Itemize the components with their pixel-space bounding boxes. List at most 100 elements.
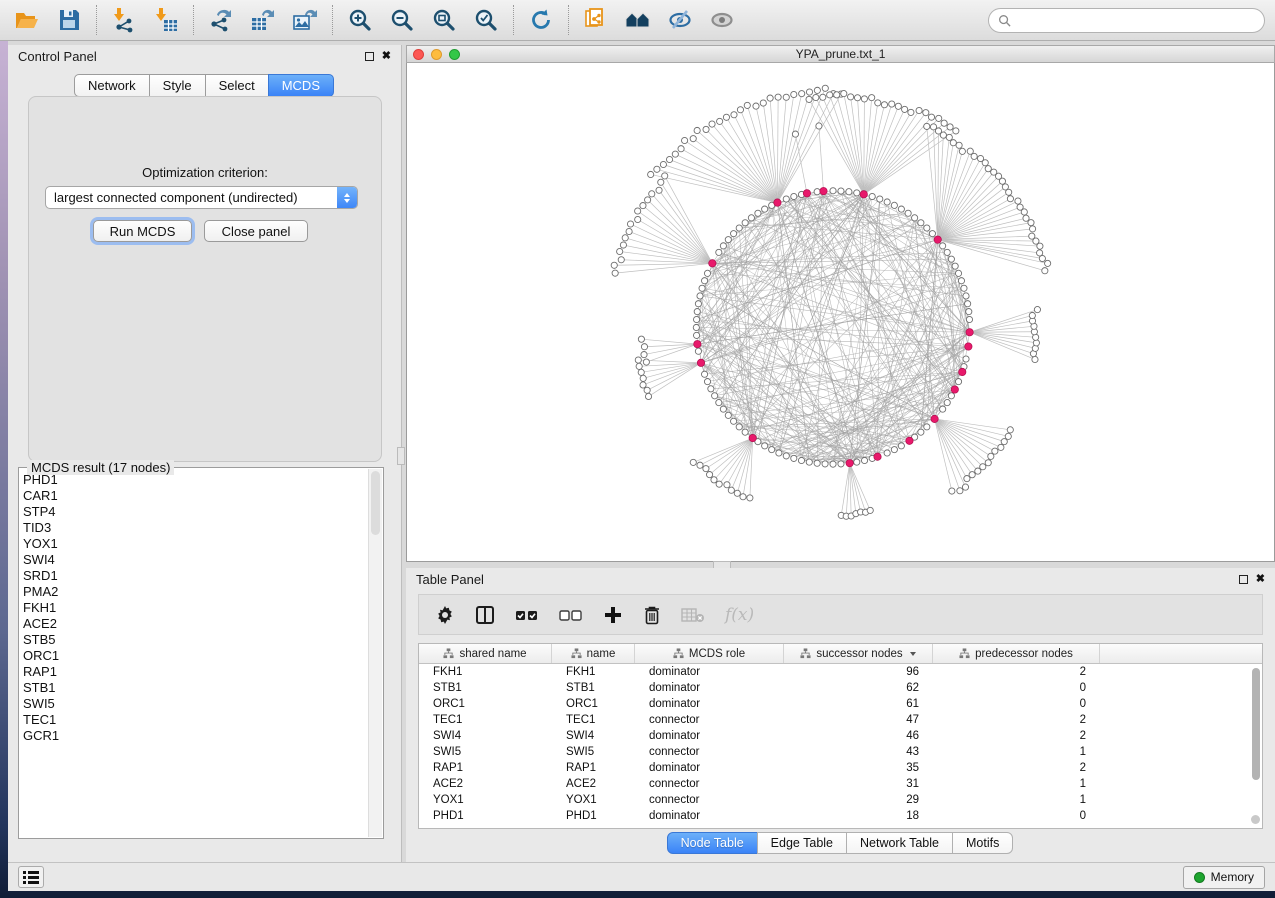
delete-table-icon[interactable] [681, 607, 705, 623]
search-input[interactable] [1017, 13, 1255, 27]
column-header-predecessor-nodes[interactable]: predecessor nodes [933, 644, 1100, 663]
table-row[interactable]: ACE2ACE2connector311 [419, 776, 1262, 792]
node-table: shared namenameMCDS rolesuccessor nodesp… [418, 643, 1263, 829]
table-cell: 61 [784, 696, 933, 712]
function-builder-icon[interactable]: f(x) [725, 605, 754, 625]
table-cell: SWI5 [552, 744, 635, 760]
refresh-icon[interactable] [526, 5, 556, 35]
result-node-item[interactable]: STB1 [23, 680, 367, 696]
table-row[interactable]: ORC1ORC1dominator610 [419, 696, 1262, 712]
table-row[interactable]: RAP1RAP1dominator352 [419, 760, 1262, 776]
export-network-icon[interactable] [206, 5, 236, 35]
tab-style[interactable]: Style [149, 74, 206, 97]
eye-icon[interactable] [707, 5, 737, 35]
network-titlebar[interactable]: YPA_prune.txt_1 [406, 45, 1275, 63]
open-session-icon[interactable] [12, 5, 42, 35]
show-columns-icon[interactable] [475, 605, 495, 625]
column-header-successor-nodes[interactable]: successor nodes [784, 644, 933, 663]
memory-button[interactable]: Memory [1183, 866, 1265, 889]
column-header-name[interactable]: name [552, 644, 635, 663]
table-row[interactable]: FKH1FKH1dominator962 [419, 664, 1262, 680]
result-node-item[interactable]: TEC1 [23, 712, 367, 728]
select-all-icon[interactable] [515, 608, 539, 622]
export-table-icon[interactable] [248, 5, 278, 35]
result-node-item[interactable]: STP4 [23, 504, 367, 520]
tab-network-table[interactable]: Network Table [846, 832, 953, 854]
splitter-handle[interactable] [397, 447, 405, 465]
add-column-icon[interactable] [603, 605, 623, 625]
table-cell: 1 [933, 792, 1100, 808]
eye-slash-icon[interactable] [665, 5, 695, 35]
result-node-item[interactable]: SWI4 [23, 552, 367, 568]
result-node-item[interactable]: PMA2 [23, 584, 367, 600]
zoom-selected-icon[interactable] [471, 5, 501, 35]
network-canvas[interactable] [406, 63, 1275, 562]
task-history-button[interactable] [18, 866, 44, 888]
result-node-item[interactable]: SRD1 [23, 568, 367, 584]
search-box[interactable] [988, 8, 1265, 33]
run-mcds-button[interactable]: Run MCDS [93, 220, 192, 242]
table-cell [1100, 664, 1262, 680]
close-panel-icon[interactable]: ✖ [382, 51, 391, 62]
import-table-icon[interactable] [151, 5, 181, 35]
tab-motifs[interactable]: Motifs [952, 832, 1013, 854]
tab-network[interactable]: Network [74, 74, 150, 97]
result-node-item[interactable]: RAP1 [23, 664, 367, 680]
result-node-item[interactable]: CAR1 [23, 488, 367, 504]
table-cell: SWI4 [419, 728, 552, 744]
delete-column-icon[interactable] [643, 605, 661, 625]
mcds-tab-content: Optimization criterion: largest connecte… [28, 96, 382, 462]
deselect-all-icon[interactable] [559, 608, 583, 622]
tab-mcds[interactable]: MCDS [268, 74, 334, 97]
column-type-icon [673, 648, 684, 659]
zoom-fit-icon[interactable] [429, 5, 459, 35]
table-cell: dominator [635, 680, 784, 696]
zoom-in-icon[interactable] [345, 5, 375, 35]
table-cell: 35 [784, 760, 933, 776]
float-panel-icon[interactable] [1239, 575, 1248, 584]
table-row[interactable]: SWI4SWI4dominator462 [419, 728, 1262, 744]
zoom-out-icon[interactable] [387, 5, 417, 35]
table-panel: Table Panel ✖ f(x) shared namenameMC [406, 568, 1275, 862]
table-cell: PHD1 [419, 808, 552, 824]
table-settings-gear-icon[interactable] [435, 605, 455, 625]
close-panel-button[interactable]: Close panel [204, 220, 308, 242]
tab-select[interactable]: Select [205, 74, 269, 97]
table-scrollbar-thumb[interactable] [1252, 668, 1260, 780]
criterion-value: largest connected component (undirected) [46, 190, 337, 205]
save-session-icon[interactable] [54, 5, 84, 35]
result-node-item[interactable]: PHD1 [23, 472, 367, 488]
table-row[interactable]: STB1STB1dominator620 [419, 680, 1262, 696]
column-header-MCDS-role[interactable]: MCDS role [635, 644, 784, 663]
import-network-icon[interactable] [109, 5, 139, 35]
result-scrollbar[interactable] [368, 469, 382, 837]
control-panel-tabs: NetworkStyleSelectMCDS [8, 74, 401, 97]
result-node-item[interactable]: SWI5 [23, 696, 367, 712]
close-panel-icon[interactable]: ✖ [1256, 574, 1265, 585]
result-node-item[interactable]: ORC1 [23, 648, 367, 664]
table-panel-tabs: Node TableEdge TableNetwork TableMotifs [406, 832, 1275, 854]
float-panel-icon[interactable] [365, 52, 374, 61]
result-node-item[interactable]: YOX1 [23, 536, 367, 552]
result-node-item[interactable]: FKH1 [23, 600, 367, 616]
share-network-icon[interactable] [581, 5, 611, 35]
table-row[interactable]: TEC1TEC1connector472 [419, 712, 1262, 728]
network-title: YPA_prune.txt_1 [407, 47, 1274, 61]
mcds-result-list[interactable]: PHD1CAR1STP4TID3YOX1SWI4SRD1PMA2FKH1ACE2… [21, 472, 367, 836]
result-node-item[interactable]: GCR1 [23, 728, 367, 744]
table-row[interactable]: PHD1PHD1dominator180 [419, 808, 1262, 824]
result-node-item[interactable]: STB5 [23, 632, 367, 648]
tab-edge-table[interactable]: Edge Table [757, 832, 847, 854]
tab-node-table[interactable]: Node Table [667, 832, 758, 854]
column-header-shared-name[interactable]: shared name [419, 644, 552, 663]
table-row[interactable]: SWI5SWI5connector431 [419, 744, 1262, 760]
export-image-icon[interactable] [290, 5, 320, 35]
table-cell [1100, 712, 1262, 728]
result-node-item[interactable]: ACE2 [23, 616, 367, 632]
homes-icon[interactable] [623, 5, 653, 35]
optimization-criterion-select[interactable]: largest connected component (undirected) [45, 186, 358, 209]
table-cell: TEC1 [552, 712, 635, 728]
result-node-item[interactable]: TID3 [23, 520, 367, 536]
table-row[interactable]: YOX1YOX1connector291 [419, 792, 1262, 808]
table-cell: ACE2 [552, 776, 635, 792]
